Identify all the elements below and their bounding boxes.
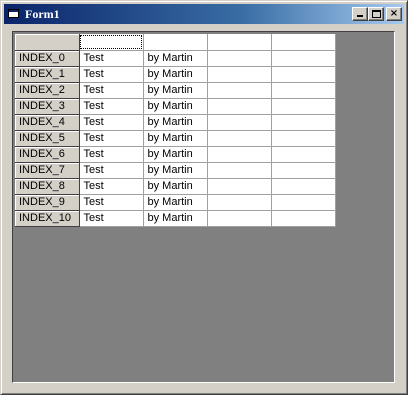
grid-row-header: INDEX_2	[15, 82, 80, 99]
form1-window: Form1 × INDEX_0 Test by Martin INDEX_1 Test b…	[0, 0, 408, 395]
close-button[interactable]: ×	[386, 7, 402, 21]
grid-header-cell[interactable]	[79, 34, 144, 51]
grid-cell[interactable]: Test	[79, 194, 144, 211]
grid-cell[interactable]	[207, 194, 272, 211]
grid-cell[interactable]	[271, 98, 336, 115]
grid-cell[interactable]: Test	[79, 98, 144, 115]
grid-cell[interactable]: by Martin	[143, 194, 208, 211]
grid-cell[interactable]: Test	[79, 146, 144, 163]
grid-header-cell[interactable]	[207, 34, 272, 51]
grid-row[interactable]: INDEX_1 Test by Martin	[15, 66, 336, 83]
grid-cell[interactable]	[207, 146, 272, 163]
grid-cell[interactable]	[271, 146, 336, 163]
grid-cell[interactable]	[271, 130, 336, 147]
grid-cell[interactable]: Test	[79, 130, 144, 147]
grid-row[interactable]: INDEX_3 Test by Martin	[15, 98, 336, 115]
grid-cell[interactable]	[271, 50, 336, 67]
grid-row[interactable]: INDEX_6 Test by Martin	[15, 146, 336, 163]
grid-row[interactable]: INDEX_9 Test by Martin	[15, 194, 336, 211]
grid-cell[interactable]	[271, 114, 336, 131]
grid-row[interactable]: INDEX_8 Test by Martin	[15, 178, 336, 195]
grid-row[interactable]: INDEX_4 Test by Martin	[15, 114, 336, 131]
maximize-icon	[372, 10, 381, 18]
grid-row-header: INDEX_0	[15, 50, 80, 67]
grid-cell[interactable]: by Martin	[143, 178, 208, 195]
grid-cell[interactable]	[207, 162, 272, 179]
grid-header-row	[15, 34, 336, 51]
grid-row[interactable]: INDEX_7 Test by Martin	[15, 162, 336, 179]
window-icon[interactable]	[6, 6, 22, 22]
grid-header-cell[interactable]	[143, 34, 208, 51]
grid-cell[interactable]	[207, 98, 272, 115]
grid-row[interactable]: INDEX_5 Test by Martin	[15, 130, 336, 147]
grid-row-header: INDEX_1	[15, 66, 80, 83]
grid-cell[interactable]: Test	[79, 210, 144, 227]
grid-header-cell[interactable]	[271, 34, 336, 51]
grid-cell[interactable]	[271, 210, 336, 227]
flex-grid[interactable]: INDEX_0 Test by Martin INDEX_1 Test by Martin…	[15, 34, 336, 227]
title-bar[interactable]: Form1 ×	[4, 4, 404, 24]
window-title: Form1	[25, 6, 60, 21]
grid-cell[interactable]: by Martin	[143, 98, 208, 115]
grid-cell[interactable]: by Martin	[143, 82, 208, 99]
minimize-button[interactable]	[352, 7, 368, 21]
grid-row-header: INDEX_5	[15, 130, 80, 147]
grid-row-header: INDEX_7	[15, 162, 80, 179]
grid-row-header: INDEX_8	[15, 178, 80, 195]
grid-row-header: INDEX_9	[15, 194, 80, 211]
grid-row[interactable]: INDEX_0 Test by Martin	[15, 50, 336, 67]
grid-cell[interactable]: by Martin	[143, 114, 208, 131]
grid-cell[interactable]	[271, 194, 336, 211]
grid-cell[interactable]	[207, 66, 272, 83]
grid-cell[interactable]: Test	[79, 114, 144, 131]
grid-cell[interactable]: Test	[79, 82, 144, 99]
grid-row-header: INDEX_4	[15, 114, 80, 131]
grid-cell[interactable]	[207, 82, 272, 99]
grid-cell[interactable]: Test	[79, 178, 144, 195]
grid-cell[interactable]: by Martin	[143, 162, 208, 179]
grid-cell[interactable]: Test	[79, 66, 144, 83]
caption-buttons: ×	[352, 7, 402, 21]
grid-row[interactable]: INDEX_2 Test by Martin	[15, 82, 336, 99]
grid-cell[interactable]	[271, 82, 336, 99]
grid-cell[interactable]	[207, 210, 272, 227]
grid-cell[interactable]	[207, 50, 272, 67]
grid-cell[interactable]: by Martin	[143, 130, 208, 147]
grid-cell[interactable]	[207, 178, 272, 195]
grid-cell[interactable]	[271, 162, 336, 179]
close-icon: ×	[389, 8, 399, 19]
grid-cell[interactable]: by Martin	[143, 66, 208, 83]
maximize-button[interactable]	[368, 7, 384, 21]
grid-row-header: INDEX_3	[15, 98, 80, 115]
grid-row-header: INDEX_10	[15, 210, 80, 227]
grid-cell[interactable]	[271, 178, 336, 195]
grid-row[interactable]: INDEX_10 Test by Martin	[15, 210, 336, 227]
form-client-area: INDEX_0 Test by Martin INDEX_1 Test by Martin…	[12, 31, 395, 383]
grid-row-header: INDEX_6	[15, 146, 80, 163]
grid-cell[interactable]	[271, 66, 336, 83]
grid-cell[interactable]: by Martin	[143, 146, 208, 163]
grid-cell[interactable]	[207, 130, 272, 147]
grid-cell[interactable]: by Martin	[143, 210, 208, 227]
grid-cell[interactable]: Test	[79, 50, 144, 67]
grid-corner-cell	[15, 34, 80, 51]
minimize-icon	[357, 15, 363, 17]
grid-cell[interactable]: by Martin	[143, 50, 208, 67]
grid-cell[interactable]: Test	[79, 162, 144, 179]
grid-cell[interactable]	[207, 114, 272, 131]
